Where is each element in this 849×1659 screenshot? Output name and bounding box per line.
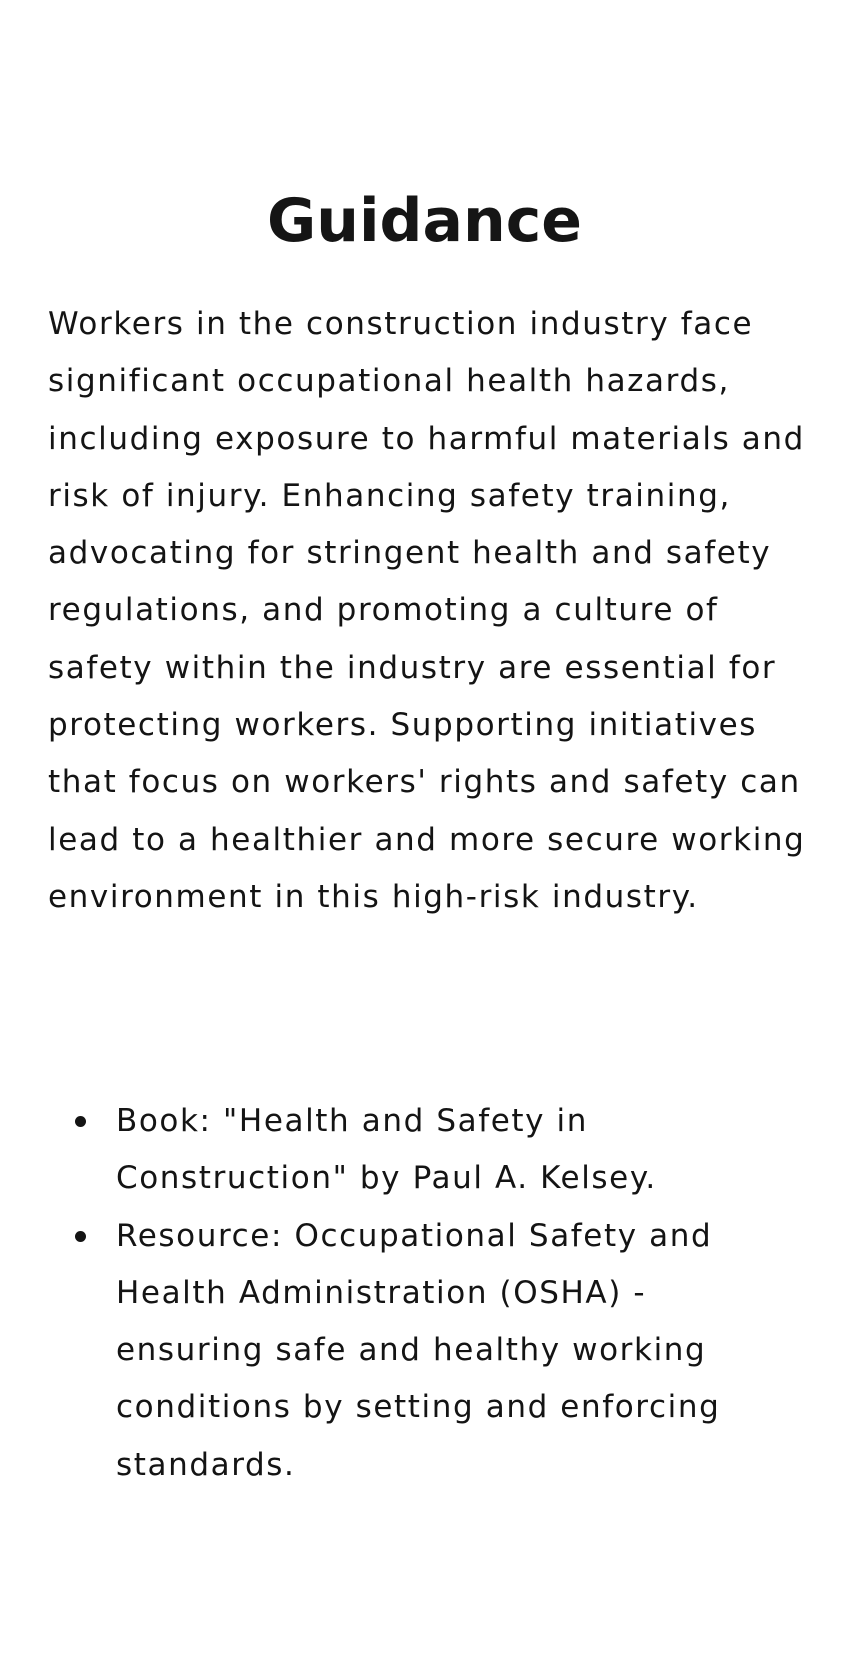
bullet-icon: [75, 1230, 86, 1242]
list-item: Book: "Health and Safety in Construction…: [0, 1093, 776, 1208]
resource-book-text: Book: "Health and Safety in Construction…: [116, 1103, 657, 1197]
document-page: Guidance Workers in the construction ind…: [0, 0, 849, 1659]
resource-osha-text: Resource: Occupational Safety and Health…: [116, 1217, 721, 1483]
bullet-icon: [75, 1116, 86, 1127]
list-item: Resource: Occupational Safety and Health…: [0, 1208, 776, 1494]
page-title: Guidance: [267, 186, 582, 256]
guidance-paragraph: Workers in the construction industry fac…: [48, 306, 806, 915]
resource-list: Book: "Health and Safety in Construction…: [0, 1093, 849, 1494]
